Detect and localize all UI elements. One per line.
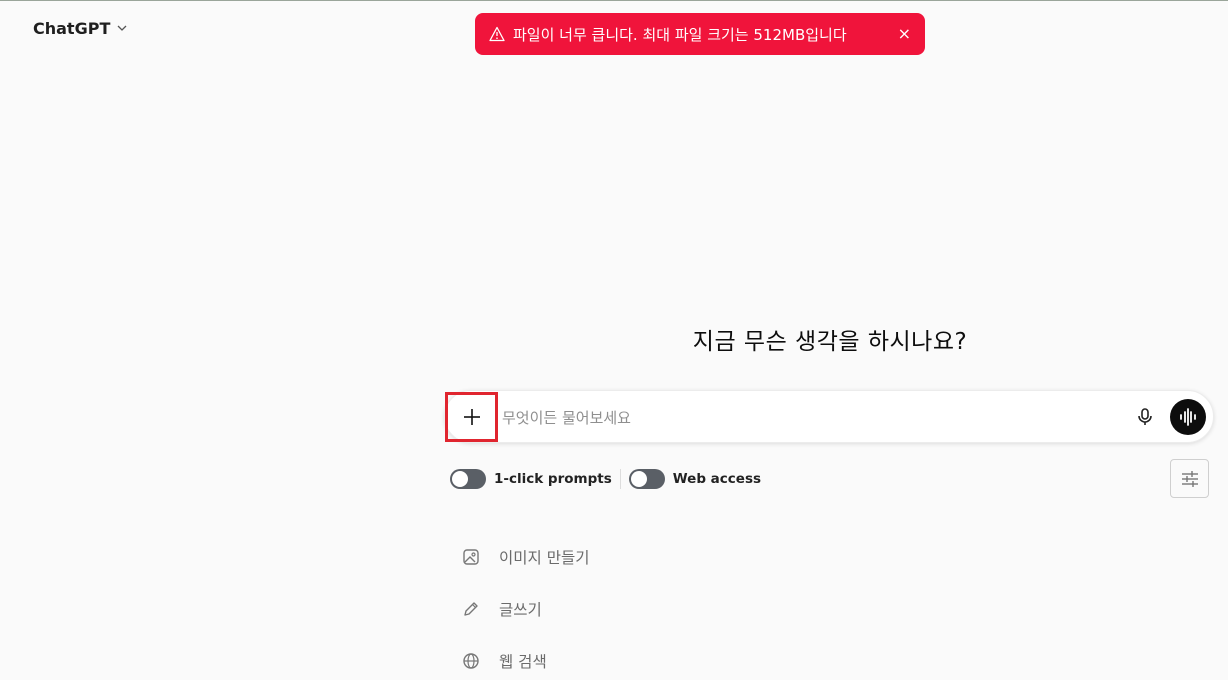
- sliders-icon: [1181, 470, 1198, 487]
- microphone-icon: [1138, 408, 1152, 425]
- suggestion-label: 웹 검색: [499, 653, 547, 671]
- web-access-toggle[interactable]: [628, 469, 665, 489]
- suggestion-web-search[interactable]: 웹 검색: [462, 647, 547, 675]
- model-name: ChatGPT: [33, 18, 111, 38]
- error-toast: 파일이 너무 큽니다. 최대 파일 크기는 512MB입니다 ×: [475, 13, 925, 55]
- waveform-icon: [1180, 408, 1196, 426]
- model-switcher[interactable]: ChatGPT: [24, 14, 137, 42]
- voice-mode-button[interactable]: [1170, 399, 1206, 435]
- divider: [619, 469, 621, 489]
- warning-icon: [489, 26, 505, 42]
- top-border: [0, 0, 1228, 1]
- toggle-bar: 1-click prompts Web access: [450, 468, 761, 490]
- one-click-prompts-label: 1-click prompts: [494, 471, 612, 487]
- suggestion-create-image[interactable]: 이미지 만들기: [462, 543, 590, 571]
- prompt-input[interactable]: [500, 403, 1104, 433]
- page-headline: 지금 무슨 생각을 하시나요?: [692, 329, 968, 355]
- suggestion-label: 글쓰기: [499, 601, 542, 619]
- chevron-down-icon: [117, 25, 127, 31]
- composer: [444, 390, 1214, 443]
- suggestion-label: 이미지 만들기: [499, 549, 590, 567]
- one-click-prompts-toggle[interactable]: [450, 469, 486, 489]
- web-access-label: Web access: [672, 471, 762, 487]
- toast-close-button[interactable]: ×: [898, 26, 911, 42]
- plus-icon: [463, 409, 480, 425]
- globe-icon: [463, 653, 479, 669]
- pencil-icon: [464, 602, 478, 616]
- dictate-button[interactable]: [1133, 405, 1157, 429]
- suggestion-write[interactable]: 글쓰기: [462, 595, 542, 623]
- toast-message: 파일이 너무 큽니다. 최대 파일 크기는 512MB입니다: [513, 25, 847, 44]
- image-icon: [463, 549, 479, 565]
- settings-sliders-button[interactable]: [1170, 459, 1209, 498]
- attach-button[interactable]: [445, 392, 498, 442]
